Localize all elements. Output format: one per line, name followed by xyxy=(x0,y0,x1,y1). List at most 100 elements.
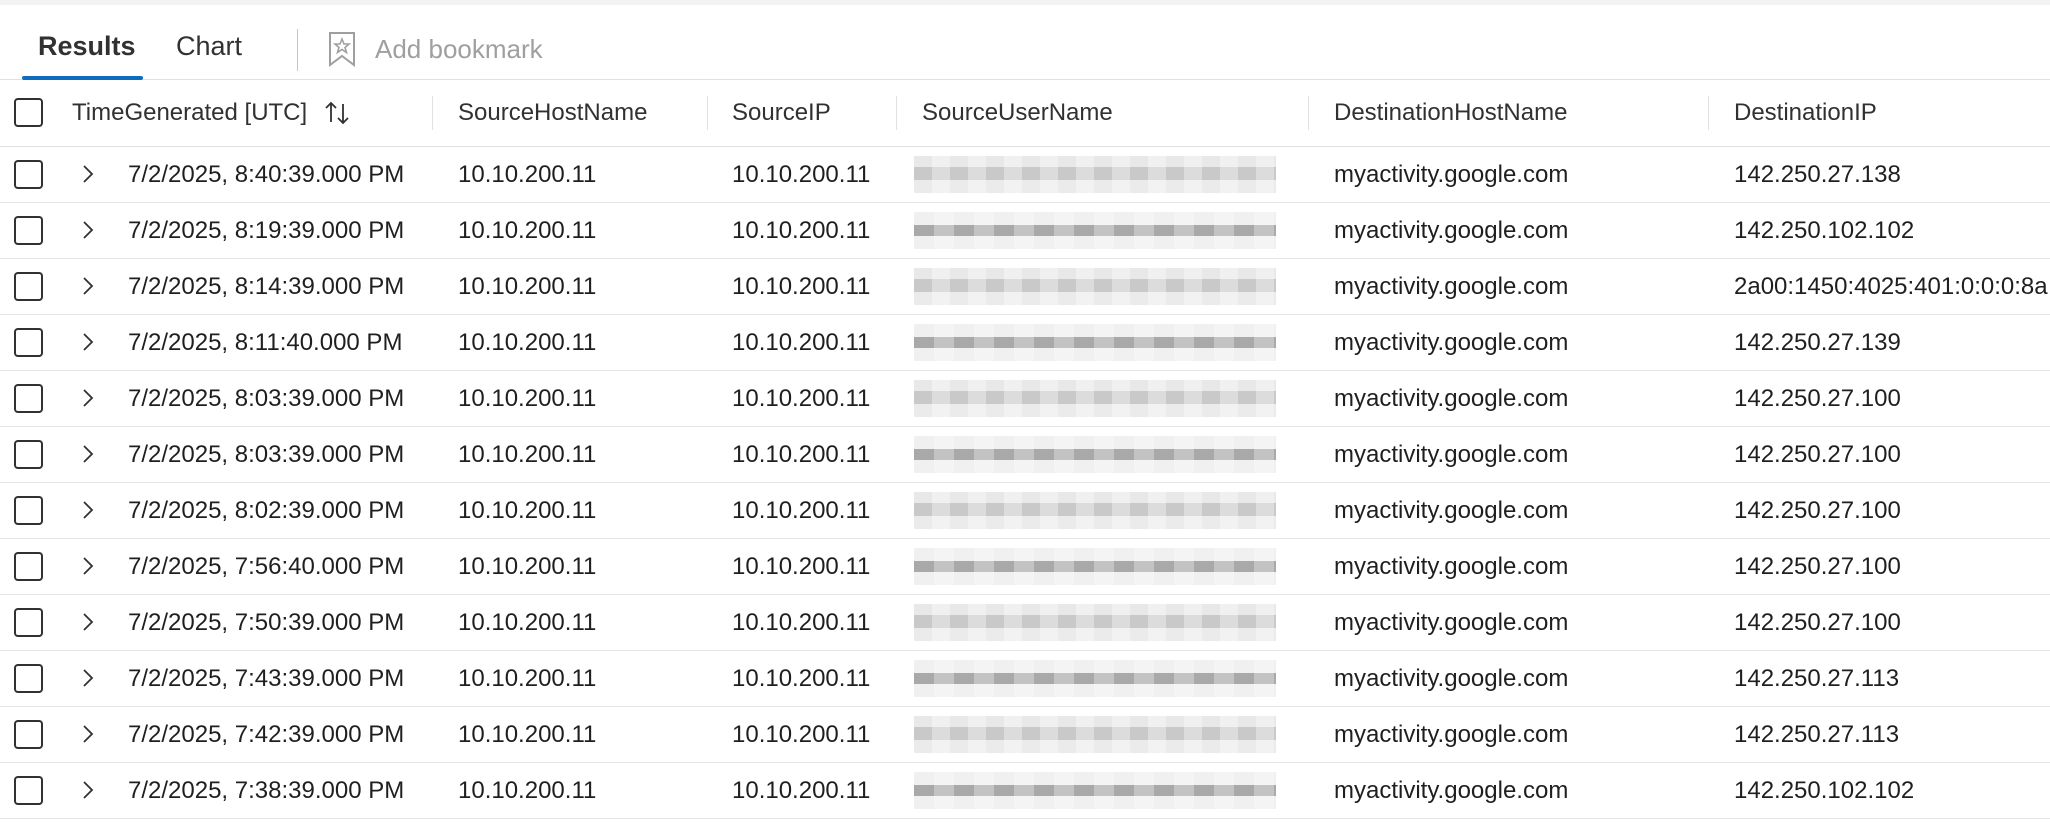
tab-chart[interactable]: Chart xyxy=(176,31,242,62)
table-row[interactable]: 7/2/2025, 7:42:39.000 PM 10.10.200.11 10.1… xyxy=(0,707,2050,763)
row-checkbox[interactable] xyxy=(14,440,43,469)
table-row[interactable]: 7/2/2025, 8:14:39.000 PM 10.10.200.11 10.1… xyxy=(0,259,2050,315)
cell-sourceip: 10.10.200.11 xyxy=(732,776,871,804)
redacted-sourceusername xyxy=(914,212,1276,249)
table-row[interactable]: 7/2/2025, 7:43:39.000 PM 10.10.200.11 10.1… xyxy=(0,651,2050,707)
row-checkbox[interactable] xyxy=(14,384,43,413)
chevron-right-icon[interactable] xyxy=(78,159,98,189)
redacted-sourceusername xyxy=(914,436,1276,473)
cell-destinationip: 142.250.102.102 xyxy=(1734,216,1915,244)
redacted-sourceusername xyxy=(914,772,1276,809)
column-header-timegenerated[interactable]: TimeGenerated [UTC] xyxy=(72,80,351,146)
cell-destinationip: 142.250.27.138 xyxy=(1734,160,1901,188)
cell-destinationip: 142.250.27.139 xyxy=(1734,328,1901,356)
column-separator[interactable] xyxy=(1708,96,1709,130)
table-row[interactable]: 7/2/2025, 7:56:40.000 PM 10.10.200.11 10.1… xyxy=(0,539,2050,595)
table-row[interactable]: 7/2/2025, 8:03:39.000 PM 10.10.200.11 10.1… xyxy=(0,371,2050,427)
redacted-sourceusername xyxy=(914,324,1276,361)
chevron-right-icon[interactable] xyxy=(78,327,98,357)
tab-results[interactable]: Results xyxy=(38,31,136,62)
redacted-sourceusername xyxy=(914,716,1276,753)
column-separator[interactable] xyxy=(432,96,433,130)
row-checkbox[interactable] xyxy=(14,776,43,805)
chevron-right-icon[interactable] xyxy=(78,271,98,301)
table-row[interactable]: 7/2/2025, 7:38:39.000 PM 10.10.200.11 10.1… xyxy=(0,763,2050,819)
row-checkbox[interactable] xyxy=(14,216,43,245)
cell-sourcehostname: 10.10.200.11 xyxy=(458,552,597,580)
cell-sourcehostname: 10.10.200.11 xyxy=(458,328,597,356)
chevron-right-icon[interactable] xyxy=(78,719,98,749)
tab-divider xyxy=(297,29,298,71)
cell-destinationhostname: myactivity.google.com xyxy=(1334,720,1569,748)
grid-header: TimeGenerated [UTC] SourceHostName Sourc… xyxy=(0,80,2050,147)
column-header-sourcehostname[interactable]: SourceHostName xyxy=(458,80,647,146)
table-row[interactable]: 7/2/2025, 8:19:39.000 PM 10.10.200.11 10.1… xyxy=(0,203,2050,259)
results-grid: TimeGenerated [UTC] SourceHostName Sourc… xyxy=(0,80,2050,819)
column-separator[interactable] xyxy=(896,96,897,130)
cell-destinationip: 142.250.27.113 xyxy=(1734,664,1900,692)
table-row[interactable]: 7/2/2025, 8:02:39.000 PM 10.10.200.11 10.1… xyxy=(0,483,2050,539)
cell-timegenerated: 7/2/2025, 8:11:40.000 PM xyxy=(128,328,403,356)
cell-destinationip: 142.250.27.113 xyxy=(1734,720,1900,748)
chevron-right-icon[interactable] xyxy=(78,775,98,805)
cell-timegenerated: 7/2/2025, 8:02:39.000 PM xyxy=(128,496,405,524)
cell-sourcehostname: 10.10.200.11 xyxy=(458,664,597,692)
cell-destinationip: 142.250.27.100 xyxy=(1734,496,1901,524)
row-checkbox[interactable] xyxy=(14,496,43,525)
chevron-right-icon[interactable] xyxy=(78,663,98,693)
add-bookmark-label: Add bookmark xyxy=(375,33,543,64)
cell-destinationhostname: myactivity.google.com xyxy=(1334,272,1569,300)
cell-timegenerated: 7/2/2025, 8:14:39.000 PM xyxy=(128,272,405,300)
chevron-right-icon[interactable] xyxy=(78,551,98,581)
cell-sourcehostname: 10.10.200.11 xyxy=(458,216,597,244)
cell-sourcehostname: 10.10.200.11 xyxy=(458,160,597,188)
column-header-destinationip[interactable]: DestinationIP xyxy=(1734,80,1877,146)
row-checkbox[interactable] xyxy=(14,328,43,357)
cell-destinationhostname: myactivity.google.com xyxy=(1334,440,1569,468)
table-row[interactable]: 7/2/2025, 7:50:39.000 PM 10.10.200.11 10.1… xyxy=(0,595,2050,651)
table-row[interactable]: 7/2/2025, 8:11:40.000 PM 10.10.200.11 10.1… xyxy=(0,315,2050,371)
cell-timegenerated: 7/2/2025, 8:19:39.000 PM xyxy=(128,216,405,244)
column-separator[interactable] xyxy=(1308,96,1309,130)
cell-sourcehostname: 10.10.200.11 xyxy=(458,496,597,524)
row-checkbox[interactable] xyxy=(14,664,43,693)
select-all-checkbox[interactable] xyxy=(14,98,43,127)
cell-destinationhostname: myactivity.google.com xyxy=(1334,216,1569,244)
column-header-destinationhostname[interactable]: DestinationHostName xyxy=(1334,80,1567,146)
cell-sourcehostname: 10.10.200.11 xyxy=(458,776,597,804)
row-checkbox[interactable] xyxy=(14,720,43,749)
row-checkbox[interactable] xyxy=(14,608,43,637)
cell-timegenerated: 7/2/2025, 7:56:40.000 PM xyxy=(128,552,405,580)
cell-timegenerated: 7/2/2025, 8:40:39.000 PM xyxy=(128,160,405,188)
table-row[interactable]: 7/2/2025, 8:40:39.000 PM 10.10.200.11 10.1… xyxy=(0,147,2050,203)
add-bookmark-button[interactable]: Add bookmark xyxy=(327,31,543,67)
row-checkbox[interactable] xyxy=(14,160,43,189)
cell-sourceip: 10.10.200.11 xyxy=(732,496,871,524)
cell-destinationhostname: myactivity.google.com xyxy=(1334,328,1569,356)
row-checkbox[interactable] xyxy=(14,552,43,581)
chevron-right-icon[interactable] xyxy=(78,495,98,525)
column-header-sourceip[interactable]: SourceIP xyxy=(732,80,831,146)
redacted-sourceusername xyxy=(914,548,1276,585)
sort-icon[interactable] xyxy=(323,100,351,126)
table-row[interactable]: 7/2/2025, 8:03:39.000 PM 10.10.200.11 10.1… xyxy=(0,427,2050,483)
cell-destinationip: 142.250.102.102 xyxy=(1734,776,1915,804)
cell-destinationip: 2a00:1450:4025:401:0:0:0:8a xyxy=(1734,272,2048,300)
cell-destinationip: 142.250.27.100 xyxy=(1734,608,1901,636)
row-checkbox[interactable] xyxy=(14,272,43,301)
column-separator[interactable] xyxy=(707,96,708,130)
cell-sourceip: 10.10.200.11 xyxy=(732,552,871,580)
chevron-right-icon[interactable] xyxy=(78,439,98,469)
cell-destinationhostname: myactivity.google.com xyxy=(1334,664,1569,692)
chevron-right-icon[interactable] xyxy=(78,607,98,637)
redacted-sourceusername xyxy=(914,492,1276,529)
cell-sourcehostname: 10.10.200.11 xyxy=(458,608,597,636)
cell-timegenerated: 7/2/2025, 8:03:39.000 PM xyxy=(128,384,405,412)
column-header-label: TimeGenerated [UTC] xyxy=(72,99,308,126)
cell-sourceip: 10.10.200.11 xyxy=(732,664,871,692)
chevron-right-icon[interactable] xyxy=(78,215,98,245)
chevron-right-icon[interactable] xyxy=(78,383,98,413)
redacted-sourceusername xyxy=(914,380,1276,417)
cell-sourceip: 10.10.200.11 xyxy=(732,384,871,412)
column-header-sourceusername[interactable]: SourceUserName xyxy=(922,80,1113,146)
